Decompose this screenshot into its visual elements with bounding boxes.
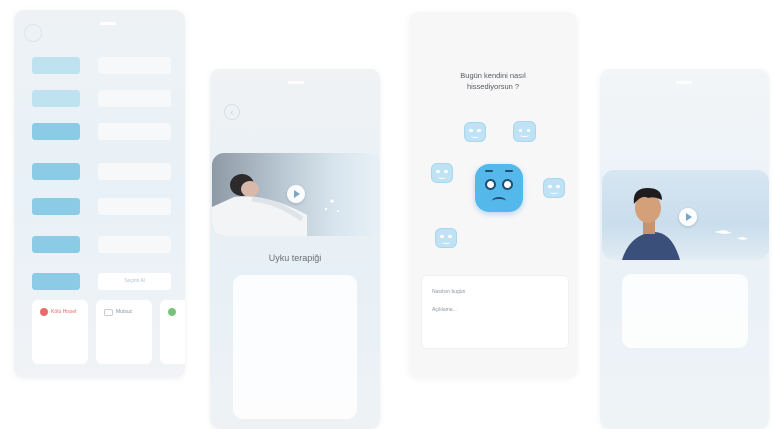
screen-breathing [600, 69, 769, 429]
mood-note-card[interactable]: Nasılsın bugün Açıklama... [421, 275, 569, 349]
option-button-1[interactable] [32, 57, 80, 74]
option-button-5[interactable] [32, 198, 80, 215]
screen-mood-check: Bugün kendini nasıl hissediyorsun ? Nası… [409, 12, 577, 378]
mood-sad-selected-icon[interactable] [475, 164, 523, 212]
status-notch [100, 22, 116, 25]
status-notch [676, 81, 692, 84]
screen-sleep-therapy: ‹ Uyku terapiği [210, 69, 380, 429]
content-panel [233, 275, 357, 419]
option-button-2[interactable] [32, 90, 80, 107]
status-notch [288, 81, 304, 84]
option-field-3[interactable] [98, 123, 171, 140]
option-field-1[interactable] [98, 57, 171, 74]
option-button-7[interactable] [32, 273, 80, 290]
option-button-3[interactable] [32, 123, 80, 140]
screen-options: Seçimi Al Kötü Hisset Mutsuz [14, 10, 185, 378]
option-field-2[interactable] [98, 90, 171, 107]
therapy-video-thumbnail[interactable] [212, 153, 380, 236]
app-logo-icon [24, 24, 42, 42]
mood-worried-icon[interactable] [435, 228, 457, 248]
content-panel [622, 274, 748, 348]
mood-tired-icon[interactable] [431, 163, 453, 183]
option-field-5[interactable] [98, 198, 171, 215]
leaf-icon [168, 308, 176, 316]
mood-card-label: Kötü Hisset [51, 309, 77, 315]
mood-card-1[interactable]: Kötü Hisset [32, 300, 88, 364]
mood-card-2[interactable]: Mutsuz [96, 300, 152, 364]
heart-icon [40, 308, 48, 316]
play-icon[interactable] [287, 185, 305, 203]
back-arrow-icon[interactable]: ‹ [224, 104, 240, 120]
mood-neutral-icon[interactable] [464, 122, 486, 142]
select-field[interactable]: Seçimi Al [98, 273, 171, 290]
note-body[interactable]: Açıklama... [432, 307, 457, 313]
play-icon[interactable] [679, 208, 697, 226]
option-field-6[interactable] [98, 236, 171, 253]
option-button-4[interactable] [32, 163, 80, 180]
mood-card-3[interactable] [160, 300, 185, 364]
option-field-4[interactable] [98, 163, 171, 180]
option-button-6[interactable] [32, 236, 80, 253]
mood-question: Bugün kendini nasıl hissediyorsun ? [460, 71, 526, 91]
mood-calm-icon[interactable] [543, 178, 565, 198]
page-title: Uyku terapiği [268, 253, 322, 263]
mood-content-icon[interactable] [513, 121, 536, 142]
note-title: Nasılsın bugün [432, 289, 466, 295]
mood-card-label: Mutsuz [116, 309, 133, 315]
mail-icon [104, 309, 113, 316]
breathing-video-thumbnail[interactable] [602, 170, 769, 260]
